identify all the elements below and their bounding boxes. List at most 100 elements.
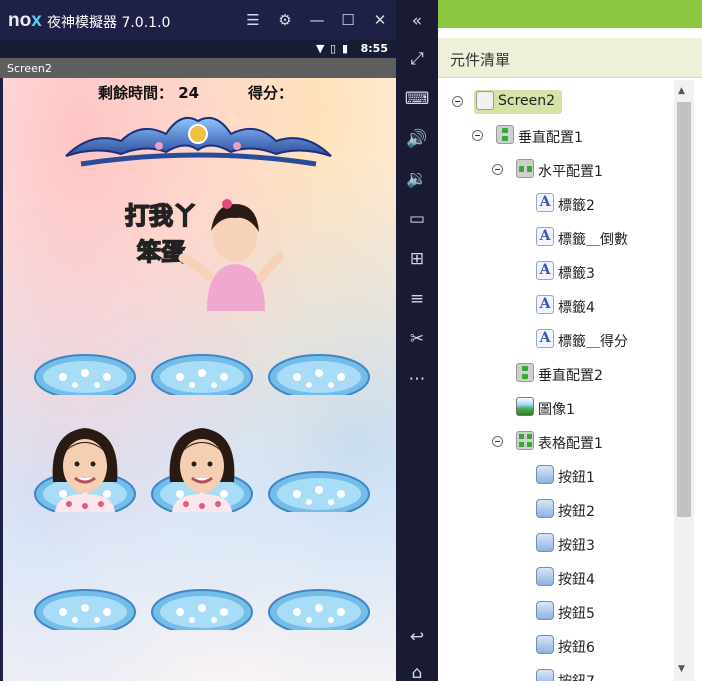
button-icon bbox=[536, 635, 554, 654]
tree-node-label: 按鈕2 bbox=[558, 504, 595, 520]
tree-node[interactable]: A 標籤3 bbox=[438, 260, 674, 284]
tree-node-label: 圖像1 bbox=[538, 402, 575, 418]
tree-node-label: 按鈕1 bbox=[558, 470, 595, 486]
emulator-left-edge bbox=[0, 78, 3, 681]
tree-node[interactable]: 垂直配置2 bbox=[438, 362, 674, 386]
tree-node-label: 按鈕5 bbox=[558, 606, 595, 622]
tree-node[interactable]: A 標籤＿倒數 bbox=[438, 226, 674, 250]
collapse-icon[interactable]: « bbox=[403, 8, 431, 34]
tree-node[interactable]: 按鈕3 bbox=[438, 532, 674, 556]
image-icon bbox=[516, 397, 534, 416]
tree-node-label: 垂直配置1 bbox=[518, 130, 583, 146]
button-icon bbox=[536, 499, 554, 518]
time-remaining-value: 24 bbox=[178, 84, 200, 102]
tree-node-label: 標籤2 bbox=[558, 198, 595, 214]
tree-node[interactable]: 按鈕2 bbox=[438, 498, 674, 522]
grid-button-r3-c1[interactable] bbox=[33, 580, 137, 630]
table-arrangement-icon bbox=[516, 431, 534, 450]
fullscreen-icon[interactable]: ⤢ bbox=[403, 46, 431, 72]
panel-header: 元件清單 bbox=[438, 38, 702, 78]
volume-down-icon[interactable]: 🔉 bbox=[403, 166, 431, 192]
status-clock: 8:55 bbox=[360, 42, 388, 55]
grid-button-r1-c2[interactable] bbox=[150, 345, 254, 395]
tiara-image bbox=[65, 117, 332, 167]
tree-node[interactable]: 按鈕6 bbox=[438, 634, 674, 658]
close-icon[interactable]: ✕ bbox=[370, 10, 390, 30]
tree-node-label: 按鈕7 bbox=[558, 671, 595, 681]
time-remaining-label: 剩餘時間： 24 bbox=[98, 84, 200, 102]
tree-node[interactable]: 按鈕5 bbox=[438, 600, 674, 624]
tree-node[interactable]: A 標籤2 bbox=[438, 192, 674, 216]
photo-caption-1: 打我丫 bbox=[125, 202, 197, 230]
tree-scrollbar[interactable]: ▲ ▼ bbox=[674, 80, 694, 681]
tree-node[interactable]: 水平配置1 bbox=[438, 158, 674, 182]
collapse-toggle-icon[interactable] bbox=[492, 164, 503, 175]
tree-node-label: Screen2 bbox=[498, 93, 556, 109]
vertical-arrangement-icon bbox=[516, 363, 534, 382]
tree-node-label: 標籤＿倒數 bbox=[558, 232, 628, 248]
emulator-window: nox 夜神模擬器 7.0.1.0 ☰ ⚙ — ☐ ✕ ▼ ▯ ▮ 8:55 S… bbox=[0, 0, 396, 681]
app-inventor-header-strip bbox=[438, 0, 702, 28]
scroll-up-icon[interactable]: ▲ bbox=[678, 86, 685, 96]
tree-node-label: 標籤3 bbox=[558, 266, 595, 282]
keyboard-icon[interactable]: ⌨ bbox=[403, 86, 431, 112]
scissors-icon[interactable]: ✂ bbox=[403, 326, 431, 352]
tree-node[interactable]: 按鈕7 bbox=[438, 668, 674, 681]
photo-caption-2: 笨蛋 bbox=[137, 238, 185, 266]
multi-instance-icon[interactable]: ≡ bbox=[403, 286, 431, 312]
tree-node[interactable]: 按鈕1 bbox=[438, 464, 674, 488]
grid-button-r1-c3[interactable] bbox=[267, 345, 371, 395]
scroll-thumb[interactable] bbox=[677, 102, 691, 517]
tree-node[interactable]: A 標籤＿得分 bbox=[438, 328, 674, 352]
button-icon bbox=[536, 567, 554, 586]
emulator-toolbar: « ⤢ ⌨ 🔊 🔉 ▭ ⊞ ≡ ✂ ⋯ ↩ ⌂ bbox=[396, 0, 438, 683]
collapse-toggle-icon[interactable] bbox=[452, 96, 463, 107]
tree-node[interactable]: A 標籤4 bbox=[438, 294, 674, 318]
grid-button-r3-c2[interactable] bbox=[150, 580, 254, 630]
screen-icon[interactable]: ▭ bbox=[403, 206, 431, 232]
more-icon[interactable]: ⋯ bbox=[403, 366, 431, 392]
kid-photo: 打我丫 笨蛋 bbox=[124, 199, 283, 311]
tree-node-label: 垂直配置2 bbox=[538, 368, 603, 384]
tree-node-label: 按鈕3 bbox=[558, 538, 595, 554]
collapse-toggle-icon[interactable] bbox=[472, 130, 483, 141]
menu-icon[interactable]: ☰ bbox=[243, 10, 263, 30]
settings-gear-icon[interactable]: ⚙ bbox=[275, 10, 295, 30]
vertical-arrangement-icon bbox=[496, 125, 514, 144]
volume-up-icon[interactable]: 🔊 bbox=[403, 126, 431, 152]
label-icon: A bbox=[536, 261, 554, 280]
home-icon[interactable]: ⌂ bbox=[403, 660, 431, 686]
tree-node[interactable]: 圖像1 bbox=[438, 396, 674, 420]
tree-node[interactable]: 垂直配置1 bbox=[438, 124, 674, 148]
grid-button-r1-c1[interactable] bbox=[33, 345, 137, 395]
nox-logo: nox bbox=[8, 10, 42, 31]
minimize-icon[interactable]: — bbox=[307, 10, 327, 30]
emulator-titlebar: nox 夜神模擬器 7.0.1.0 ☰ ⚙ — ☐ ✕ bbox=[0, 0, 396, 40]
app-screen: 剩餘時間： 24 得分： 打我丫 笨蛋 bbox=[3, 78, 396, 681]
grid-button-r2-c3[interactable] bbox=[267, 462, 371, 512]
collapse-toggle-icon[interactable] bbox=[492, 436, 503, 447]
apk-install-icon[interactable]: ⊞ bbox=[403, 246, 431, 272]
grid-button-r2-c1[interactable] bbox=[33, 428, 137, 512]
scroll-down-icon[interactable]: ▼ bbox=[678, 664, 685, 674]
tree-node[interactable]: Screen2 bbox=[438, 90, 674, 114]
score-header: 剩餘時間： 24 得分： bbox=[3, 82, 396, 102]
button-icon bbox=[536, 669, 554, 681]
android-screen: ▼ ▯ ▮ 8:55 Screen2 剩餘時間： 24 得分： 打我丫 笨蛋 bbox=[0, 40, 396, 681]
components-panel: 元件清單 Screen2 垂直配置1 水平配置1 A 標籤2 A 標籤＿倒數 A 標籤3 A 標籤4… bbox=[438, 0, 702, 681]
tree-node-label: 按鈕4 bbox=[558, 572, 595, 588]
tree-node[interactable]: 按鈕4 bbox=[438, 566, 674, 590]
grid-button-r2-c2[interactable] bbox=[150, 428, 254, 512]
components-tree: Screen2 垂直配置1 水平配置1 A 標籤2 A 標籤＿倒數 A 標籤3 A 標籤4 A 標籤＿得… bbox=[438, 80, 674, 681]
tree-node-label: 水平配置1 bbox=[538, 164, 603, 180]
tree-node-label: 標籤＿得分 bbox=[558, 334, 628, 350]
back-icon[interactable]: ↩ bbox=[403, 624, 431, 650]
grid-button-r3-c3[interactable] bbox=[267, 580, 371, 630]
tree-node[interactable]: 表格配置1 bbox=[438, 430, 674, 454]
horizontal-arrangement-icon bbox=[516, 159, 534, 178]
label-icon: A bbox=[536, 329, 554, 348]
screen-title-bar: Screen2 bbox=[0, 58, 396, 78]
maximize-icon[interactable]: ☐ bbox=[338, 10, 358, 30]
label-icon: A bbox=[536, 227, 554, 246]
button-icon bbox=[536, 465, 554, 484]
